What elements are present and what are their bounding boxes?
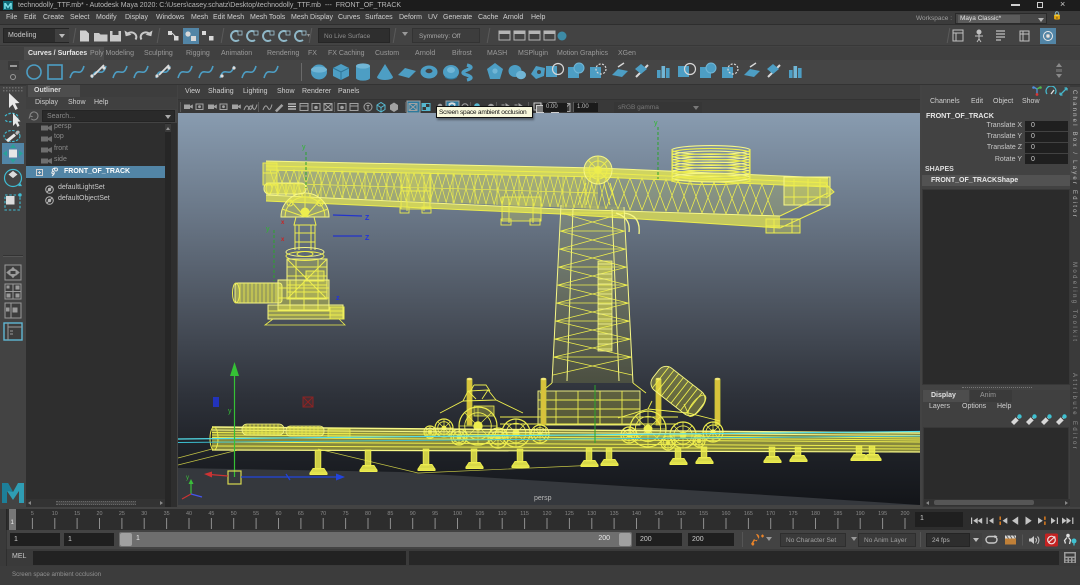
svg-text:195: 195 xyxy=(878,511,887,517)
svg-text:40: 40 xyxy=(186,511,192,517)
svg-text:110: 110 xyxy=(498,511,507,517)
svg-text:60: 60 xyxy=(276,511,282,517)
svg-text:20: 20 xyxy=(97,511,103,517)
svg-text:y: y xyxy=(302,144,306,151)
svg-text:115: 115 xyxy=(520,511,529,517)
svg-text:165: 165 xyxy=(744,511,753,517)
svg-text:185: 185 xyxy=(833,511,842,517)
svg-text:95: 95 xyxy=(432,511,438,517)
svg-text:45: 45 xyxy=(208,511,214,517)
svg-text:y: y xyxy=(228,408,232,415)
svg-text:Z: Z xyxy=(365,235,370,242)
svg-text:145: 145 xyxy=(654,511,663,517)
svg-text:90: 90 xyxy=(410,511,416,517)
svg-text:30: 30 xyxy=(141,511,147,517)
svg-text:80: 80 xyxy=(365,511,371,517)
svg-text:160: 160 xyxy=(722,511,731,517)
svg-text:180: 180 xyxy=(811,511,820,517)
svg-text:10: 10 xyxy=(52,511,58,517)
svg-text:y: y xyxy=(186,475,189,481)
svg-text:140: 140 xyxy=(632,511,641,517)
svg-text:75: 75 xyxy=(343,511,349,517)
svg-text:120: 120 xyxy=(543,511,552,517)
svg-text:15: 15 xyxy=(74,511,80,517)
svg-text:y: y xyxy=(266,226,270,233)
svg-text:130: 130 xyxy=(587,511,596,517)
svg-text:190: 190 xyxy=(856,511,865,517)
svg-text:70: 70 xyxy=(320,511,326,517)
svg-text:persp: persp xyxy=(534,495,552,502)
svg-text:105: 105 xyxy=(475,511,484,517)
svg-text:55: 55 xyxy=(253,511,259,517)
svg-text:65: 65 xyxy=(298,511,304,517)
svg-text:5: 5 xyxy=(31,511,34,517)
svg-text:50: 50 xyxy=(231,511,237,517)
svg-text:150: 150 xyxy=(677,511,686,517)
svg-text:100: 100 xyxy=(453,511,462,517)
svg-text:200: 200 xyxy=(901,511,910,517)
svg-text:Z: Z xyxy=(365,215,370,222)
svg-text:155: 155 xyxy=(699,511,708,517)
svg-text:85: 85 xyxy=(387,511,393,517)
svg-text:125: 125 xyxy=(565,511,574,517)
svg-text:175: 175 xyxy=(789,511,798,517)
svg-text:y: y xyxy=(654,120,658,127)
svg-text:170: 170 xyxy=(766,511,775,517)
svg-text:35: 35 xyxy=(164,511,170,517)
svg-text:25: 25 xyxy=(119,511,125,517)
svg-text:135: 135 xyxy=(610,511,619,517)
svg-text:z: z xyxy=(336,295,340,302)
